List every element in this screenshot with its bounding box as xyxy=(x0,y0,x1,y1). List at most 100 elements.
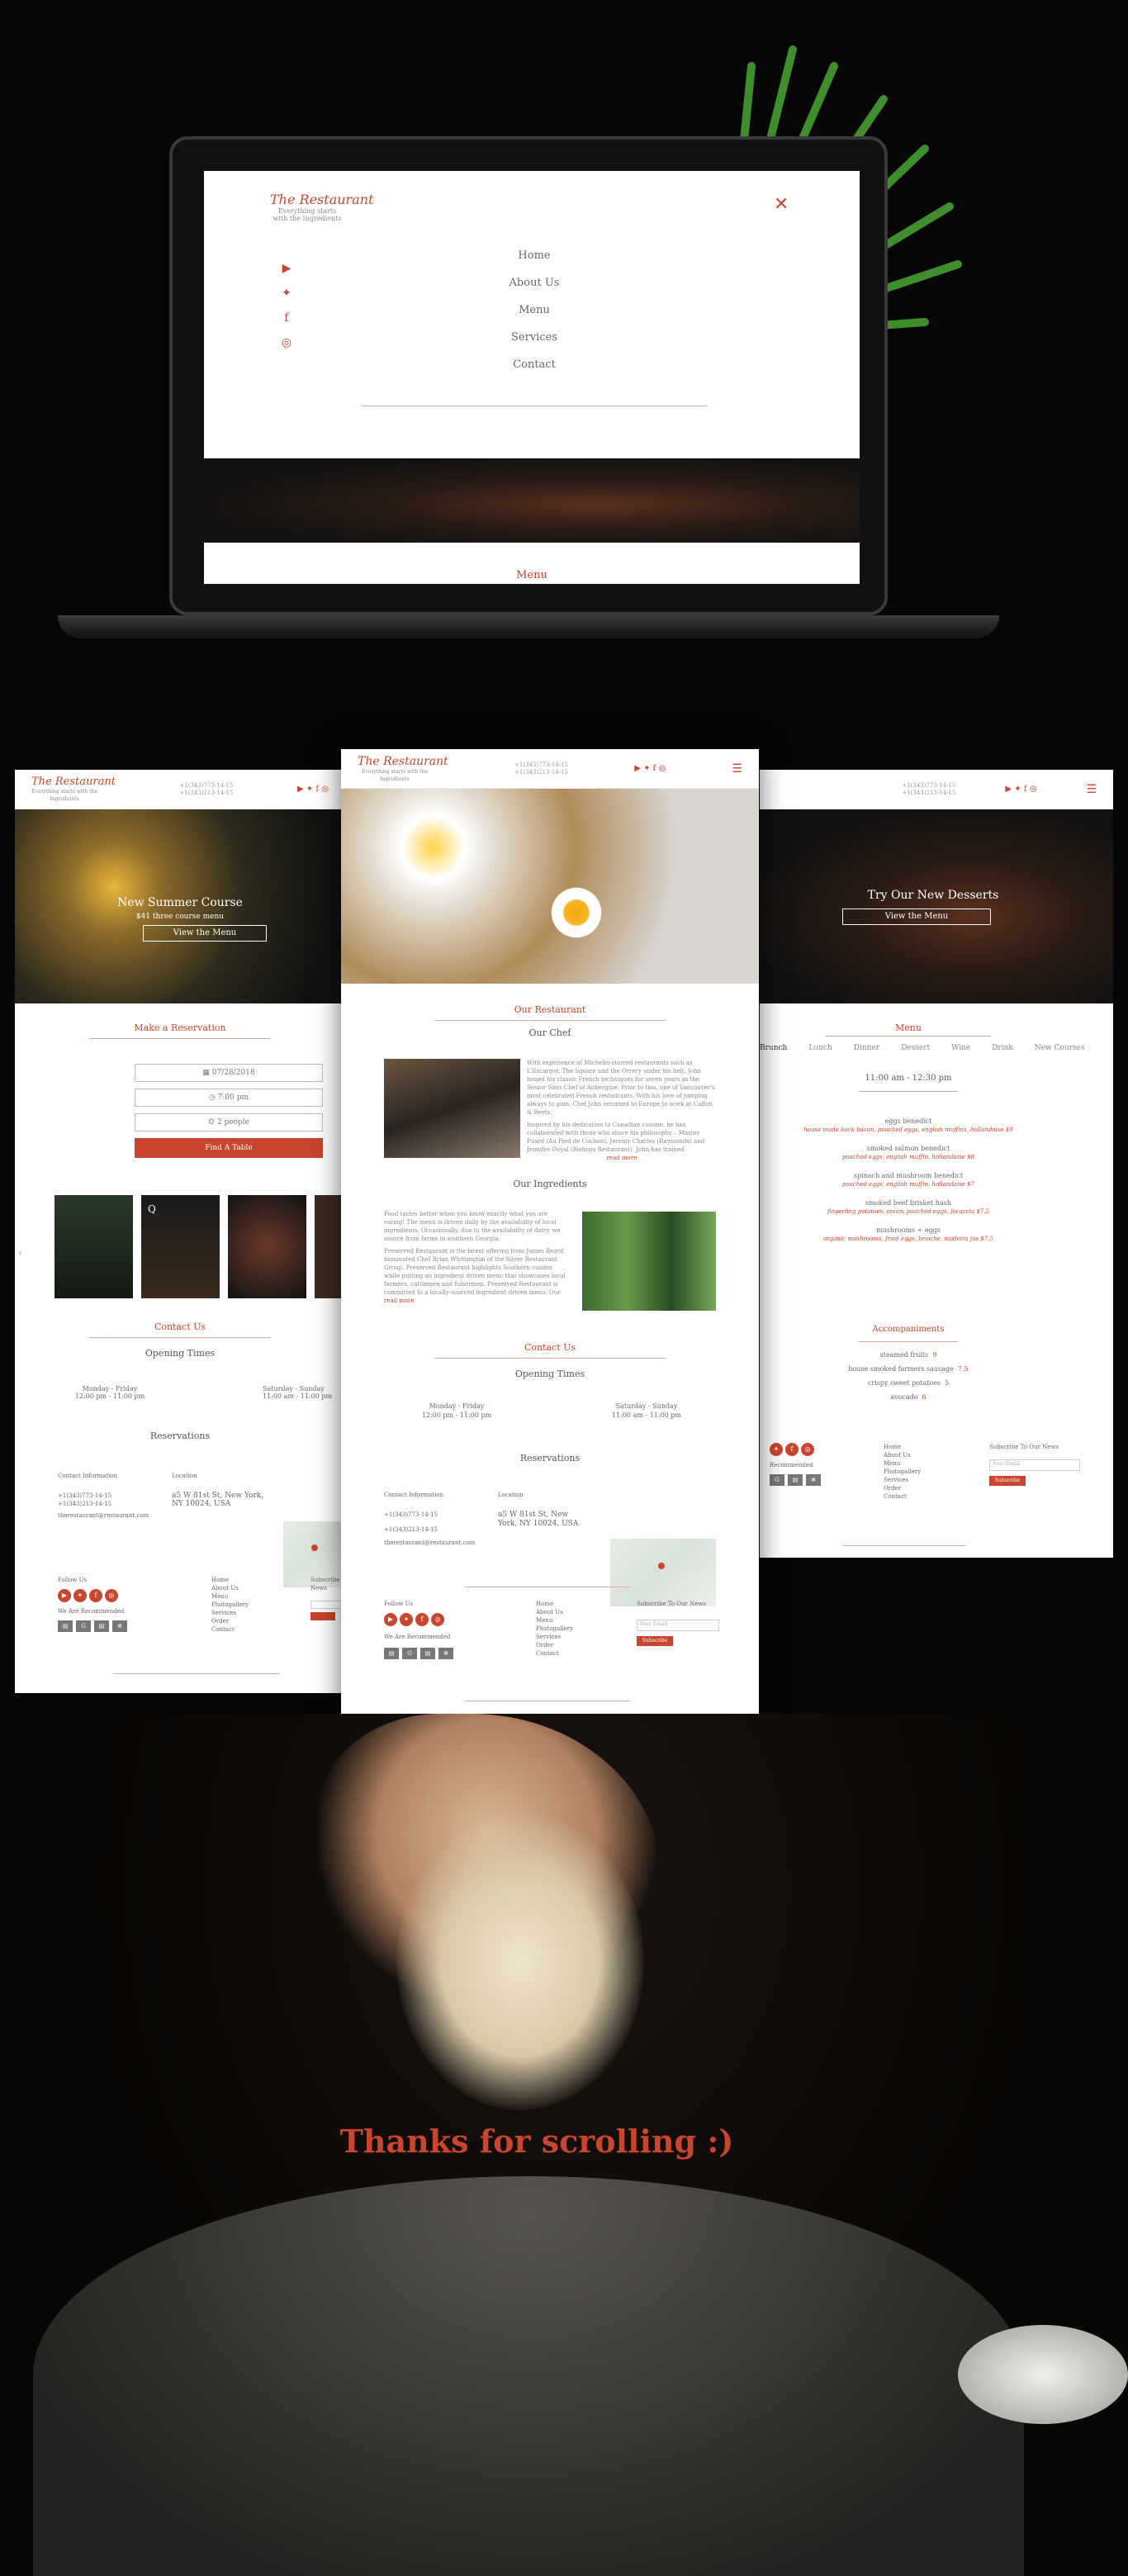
footer-link[interactable]: Services xyxy=(211,1609,261,1617)
footer-link[interactable]: About Us xyxy=(536,1608,594,1616)
read-more-link[interactable]: read more xyxy=(384,1297,570,1305)
laptop-mockup: The Restaurant Everything starts with th… xyxy=(169,136,888,615)
hamburger-icon[interactable]: ☰ xyxy=(732,762,742,776)
instagram-icon[interactable]: ◎ xyxy=(278,336,295,349)
footer-link[interactable]: Home xyxy=(884,1443,933,1451)
footer-link[interactable]: Menu xyxy=(884,1459,933,1468)
footer-link[interactable]: Home xyxy=(536,1600,594,1608)
footer-link[interactable]: Order xyxy=(884,1484,933,1492)
subscribe-button[interactable]: Subscribe xyxy=(989,1476,1026,1486)
subscribe-input[interactable]: Your Email xyxy=(637,1620,719,1631)
twitter-icon[interactable]: ✦ xyxy=(73,1589,87,1602)
google-icon[interactable]: G xyxy=(76,1620,91,1632)
twitter-icon[interactable]: ✦ xyxy=(400,1613,413,1626)
facebook-icon[interactable]: f xyxy=(89,1589,102,1602)
view-menu-button[interactable]: View the Menu xyxy=(842,908,991,925)
google-icon[interactable]: G xyxy=(402,1648,417,1659)
address: a5 W 81st St, New York, NY 10024, USA xyxy=(172,1492,264,1508)
footer-link[interactable]: About Us xyxy=(211,1584,261,1592)
laptop-logo[interactable]: The Restaurant Everything starts with th… xyxy=(270,192,373,222)
youtube-icon[interactable]: ▶ xyxy=(58,1589,71,1602)
footer-link[interactable]: Contact xyxy=(211,1625,261,1634)
footer-link[interactable]: Order xyxy=(536,1641,594,1649)
twitter-icon[interactable]: ✦ xyxy=(278,287,295,300)
youtube-icon[interactable]: ▶ xyxy=(278,262,295,275)
menu-item-about[interactable]: About Us xyxy=(452,277,617,289)
twitter-icon[interactable]: ✦ xyxy=(770,1443,783,1456)
ingredients-paragraph: Preserved Restaurant is the latest offer… xyxy=(384,1248,566,1296)
menu-item-contact[interactable]: Contact xyxy=(452,358,617,371)
tab-drink[interactable]: Drink xyxy=(992,1044,1013,1052)
footer-link[interactable]: Menu xyxy=(211,1592,261,1601)
youtube-icon[interactable]: ▶ xyxy=(384,1613,397,1626)
dish-name: smoked beef brisket hash xyxy=(865,1199,951,1207)
center-logo[interactable]: The Restaurant Everything starts with th… xyxy=(358,755,448,783)
footer-link[interactable]: Photogallery xyxy=(536,1625,594,1633)
gallery-image[interactable]: Q xyxy=(141,1195,220,1298)
footer-link[interactable]: Contact xyxy=(536,1649,594,1658)
date-input[interactable]: ▦ 07/28/2018 xyxy=(135,1064,323,1082)
divider xyxy=(89,1337,271,1338)
divider xyxy=(434,1358,666,1359)
footer-link[interactable]: Order xyxy=(211,1617,261,1625)
badge-icon[interactable]: ▤ xyxy=(788,1474,803,1486)
tab-brunch[interactable]: Brunch xyxy=(760,1044,787,1052)
view-menu-button[interactable]: View the Menu xyxy=(143,925,267,942)
menu-item-services[interactable]: Services xyxy=(452,331,617,344)
gallery-image[interactable] xyxy=(228,1195,306,1298)
instagram-icon[interactable]: ◎ xyxy=(801,1443,814,1456)
time-select[interactable]: ◷ 7:00 pm xyxy=(135,1089,323,1107)
yelp-icon[interactable]: ✻ xyxy=(438,1648,453,1659)
find-table-button[interactable]: Find A Table xyxy=(135,1138,323,1158)
read-more-link[interactable]: read more xyxy=(527,1154,717,1162)
google-icon[interactable]: G xyxy=(770,1474,784,1486)
email-link[interactable]: therestaurant@restaurant.com xyxy=(384,1539,491,1547)
gallery-image[interactable] xyxy=(55,1195,133,1298)
weekend-label: Saturday - Sunday xyxy=(263,1385,325,1392)
accompaniment-list: steamed fruits 9 house smoked farmers sa… xyxy=(760,1348,1057,1404)
badge-icon[interactable]: ▤ xyxy=(384,1648,399,1659)
phone-1: +1(343)773-14-15 xyxy=(58,1492,112,1499)
footer-link[interactable]: Photogallery xyxy=(211,1601,261,1609)
subscribe-button[interactable] xyxy=(310,1612,335,1620)
instagram-icon[interactable]: ◎ xyxy=(431,1613,444,1626)
menu-item-menu[interactable]: Menu xyxy=(452,304,617,316)
facebook-icon[interactable]: f xyxy=(785,1443,799,1456)
footer-link[interactable]: Services xyxy=(884,1476,933,1484)
facebook-icon[interactable]: f xyxy=(415,1613,429,1626)
footer-link[interactable]: Photogallery xyxy=(884,1468,933,1476)
yelp-icon[interactable]: ✻ xyxy=(112,1620,127,1632)
close-icon[interactable]: ✕ xyxy=(774,194,789,215)
location-map[interactable] xyxy=(610,1539,716,1606)
email-link[interactable]: therestaurant@restaurant.com xyxy=(58,1511,157,1520)
subscribe-button[interactable]: Subscribe xyxy=(637,1636,673,1646)
laptop-main-menu: Home About Us Menu Services Contact xyxy=(452,249,617,386)
tab-lunch[interactable]: Lunch xyxy=(808,1044,832,1052)
footer-link[interactable]: Home xyxy=(211,1576,261,1584)
badge-icon[interactable]: ▤ xyxy=(94,1620,109,1632)
tab-dinner[interactable]: Dinner xyxy=(854,1044,879,1052)
instagram-icon[interactable]: ◎ xyxy=(105,1589,118,1602)
menu-item-home[interactable]: Home xyxy=(452,249,617,262)
footer-link[interactable]: Menu xyxy=(536,1616,594,1625)
dish-desc: house made back bacon, poached eggs, eng… xyxy=(803,1127,1013,1133)
left-logo[interactable]: The Restaurant Everything starts with th… xyxy=(31,776,116,803)
footer-link[interactable]: About Us xyxy=(884,1451,933,1459)
yelp-icon[interactable]: ✻ xyxy=(806,1474,821,1486)
menu-title: Menu xyxy=(895,1022,922,1033)
tab-new-courses[interactable]: New Courses xyxy=(1035,1044,1085,1052)
subscribe-input[interactable] xyxy=(310,1601,345,1609)
person-icon: ☺ xyxy=(208,1118,217,1127)
gallery-prev-icon[interactable]: ‹ xyxy=(18,1247,22,1259)
badge-icon[interactable]: ▤ xyxy=(420,1648,435,1659)
people-select[interactable]: ☺ 2 people xyxy=(135,1113,323,1131)
facebook-icon[interactable]: f xyxy=(278,311,295,325)
tab-wine[interactable]: Wine xyxy=(951,1044,970,1052)
hamburger-icon[interactable]: ☰ xyxy=(1086,783,1097,796)
footer-link[interactable]: Contact xyxy=(884,1492,933,1501)
footer-link[interactable]: Services xyxy=(536,1633,594,1641)
subscribe-input[interactable]: Your Email xyxy=(989,1459,1080,1471)
badge-icon[interactable]: ▤ xyxy=(58,1620,73,1632)
logo-title: The Restaurant xyxy=(270,192,374,207)
tab-dessert[interactable]: Dessert xyxy=(901,1044,930,1052)
